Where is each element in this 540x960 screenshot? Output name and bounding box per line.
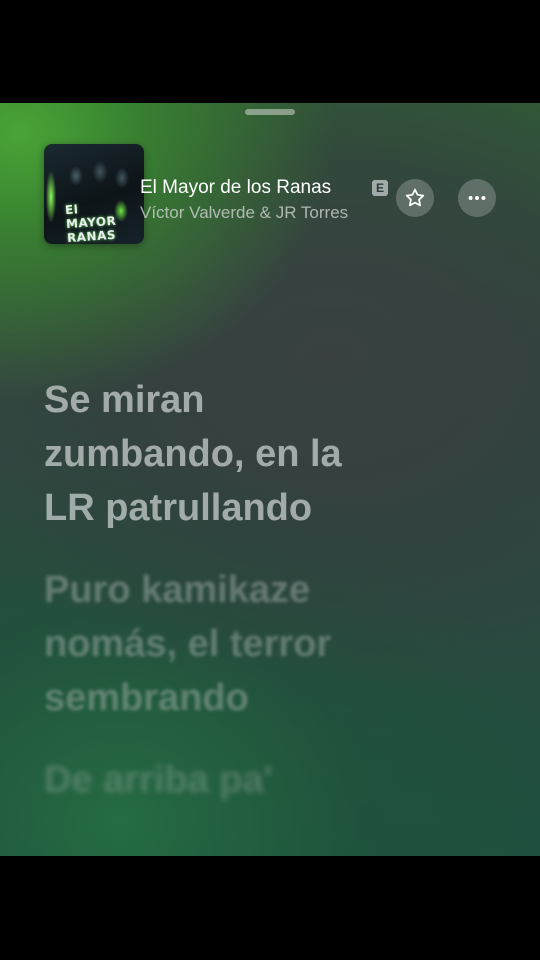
lyrics-sheet: El MAYOR RANAS El Mayor de los Ranas E V… — [0, 103, 540, 856]
lyric-line-upcoming[interactable]: De arriba pa' — [44, 753, 514, 807]
lyric-text: Se miran — [44, 379, 205, 421]
now-playing-header: El MAYOR RANAS El Mayor de los Ranas E V… — [0, 103, 540, 253]
lyric-text: zumbando, en la — [44, 433, 342, 475]
song-title[interactable]: El Mayor de los Ranas — [140, 175, 370, 201]
artwork-green-light — [46, 172, 56, 222]
screen-frame: El MAYOR RANAS El Mayor de los Ranas E V… — [0, 0, 540, 960]
lyric-line-upcoming[interactable]: Puro kamikaze nomás, el terror sembrando — [44, 563, 514, 725]
lyrics-list: Se miran zumbando, en la LR patrullando … — [44, 373, 514, 835]
artwork-green-splash — [114, 200, 128, 222]
explicit-badge: E — [372, 180, 388, 196]
artwork-figures — [58, 154, 136, 202]
lyric-text: nomás, el terror — [44, 623, 332, 665]
album-artwork[interactable]: El MAYOR RANAS — [44, 144, 144, 244]
artist-name[interactable]: Víctor Valverde & JR Torres — [140, 201, 384, 225]
ellipsis-icon — [468, 195, 486, 201]
star-outline-icon — [405, 188, 425, 207]
lyric-text: De arriba pa' — [44, 759, 273, 801]
more-options-button[interactable] — [458, 179, 496, 217]
lyric-text: sembrando — [44, 677, 249, 719]
lyric-line-active[interactable]: Se miran zumbando, en la LR patrullando — [44, 373, 514, 535]
lyric-text: Puro kamikaze — [44, 569, 311, 611]
lyric-text: LR patrullando — [44, 487, 313, 529]
favorite-button[interactable] — [396, 179, 434, 217]
